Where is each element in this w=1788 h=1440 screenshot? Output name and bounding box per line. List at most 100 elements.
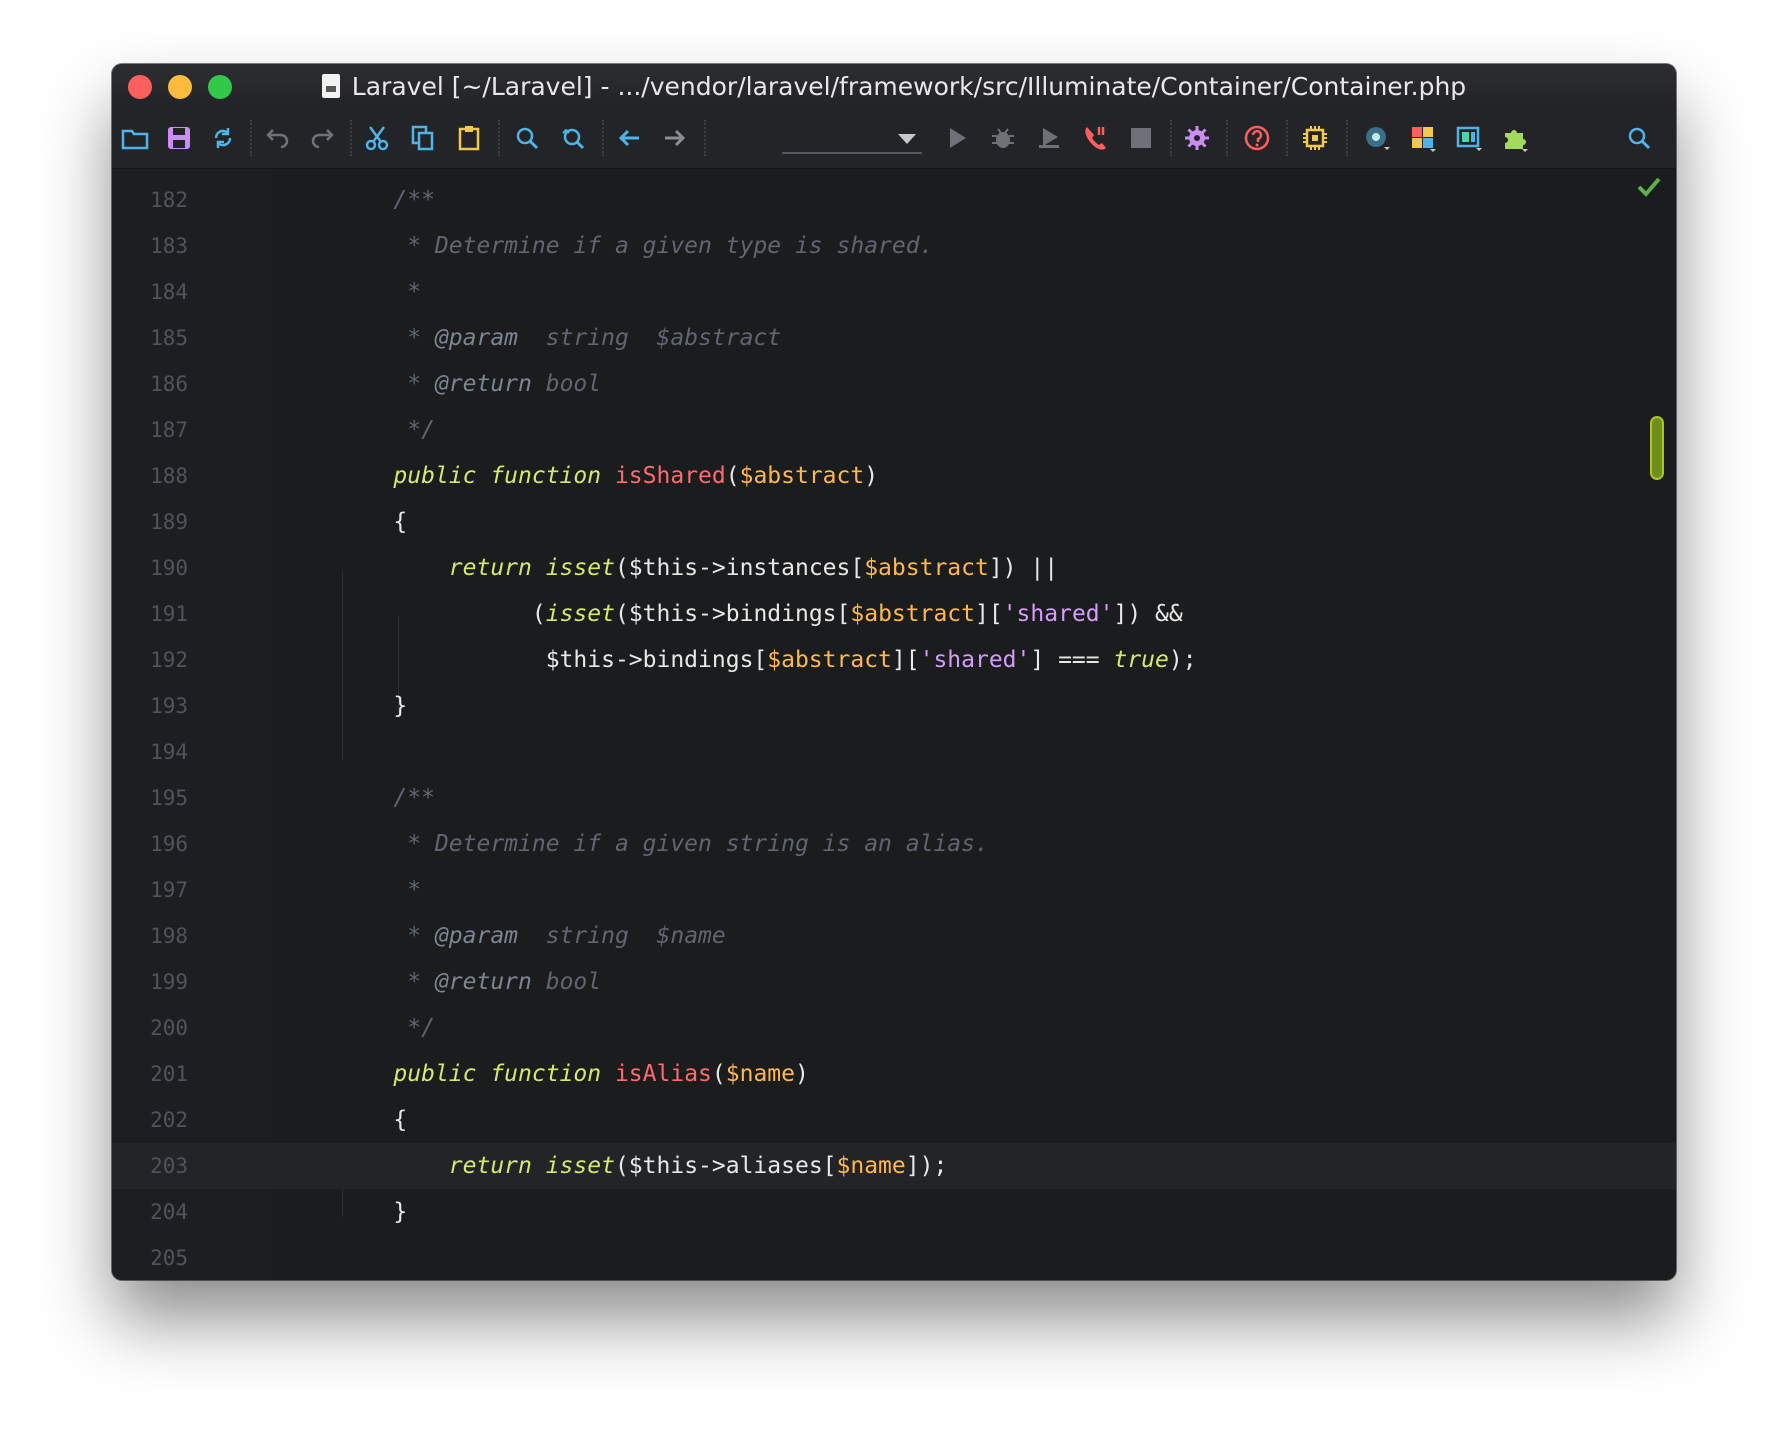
code-text: /**: [338, 775, 435, 821]
code-line[interactable]: 193 }: [112, 683, 1676, 729]
code-token: $this->bindings[: [338, 647, 768, 673]
code-token: $abstract: [864, 555, 989, 581]
code-token: $abstract: [739, 463, 865, 489]
code-text: {: [338, 499, 407, 545]
code-text: * Determine if a given type is shared.: [338, 223, 933, 269]
undo-icon[interactable]: [260, 121, 294, 155]
line-number: 182: [150, 188, 188, 212]
code-line[interactable]: 197 *: [112, 867, 1676, 913]
code-line[interactable]: 202 {: [112, 1097, 1676, 1143]
code-token: bool: [531, 969, 602, 995]
database-icon[interactable]: [1452, 121, 1486, 155]
run-configuration-select[interactable]: [782, 124, 922, 154]
code-line[interactable]: 192 $this->bindings[$abstract]['shared']…: [112, 637, 1676, 683]
code-text: (isset($this->bindings[$abstract]['share…: [338, 591, 1183, 637]
save-icon[interactable]: [162, 121, 196, 155]
settings-icon[interactable]: [1180, 121, 1214, 155]
code-text: }: [338, 683, 407, 729]
plugins-icon[interactable]: [1498, 121, 1532, 155]
code-line[interactable]: 195 /**: [112, 775, 1676, 821]
code-token: string $abstract: [518, 325, 782, 351]
forward-icon[interactable]: [658, 121, 692, 155]
code-text: * @return bool: [338, 959, 601, 1005]
stop-icon[interactable]: [1124, 121, 1158, 155]
title-bar: Laravel [~/Laravel] - .../vendor/laravel…: [112, 64, 1676, 108]
line-number: 194: [150, 740, 188, 764]
code-line[interactable]: 189 {: [112, 499, 1676, 545]
code-token: }: [338, 1199, 408, 1225]
find-icon[interactable]: [510, 121, 544, 155]
code-line[interactable]: 191 (isset($this->bindings[$abstract]['s…: [112, 591, 1676, 637]
paste-icon[interactable]: [452, 121, 486, 155]
code-token: ]) ||: [988, 555, 1059, 581]
code-text: /**: [338, 177, 435, 223]
line-number: 185: [150, 326, 188, 350]
window-title: Laravel [~/Laravel] - .../vendor/laravel…: [351, 71, 1467, 101]
code-line[interactable]: 186 * @return bool: [112, 361, 1676, 407]
code-line[interactable]: 184 *: [112, 269, 1676, 315]
code-line[interactable]: 188 public function isShared($abstract): [112, 453, 1676, 499]
line-number: 198: [150, 924, 188, 948]
code-editor[interactable]: 182 /** 183 * Determine if a given type i…: [112, 169, 1676, 1280]
code-line[interactable]: 204 }: [112, 1189, 1676, 1235]
code-line[interactable]: 190 return isset($this->instances[$abstr…: [112, 545, 1676, 591]
code-token: ): [795, 1061, 809, 1087]
scrollbar-thumb[interactable]: [1650, 416, 1664, 480]
structure-icon[interactable]: [1406, 121, 1440, 155]
code-token: */: [338, 1015, 435, 1041]
line-number: 197: [150, 878, 188, 902]
code-token: @return: [434, 969, 532, 995]
code-token: isShared: [614, 463, 726, 489]
line-number: 190: [150, 556, 188, 580]
line-number: 196: [150, 832, 188, 856]
cpu-icon[interactable]: [1298, 121, 1332, 155]
file-icon: [321, 74, 340, 98]
code-line[interactable]: 183 * Determine if a given type is share…: [112, 223, 1676, 269]
code-line[interactable]: 187 */: [112, 407, 1676, 453]
run-icon[interactable]: [940, 121, 974, 155]
replace-icon[interactable]: [556, 121, 590, 155]
code-token: ]);: [905, 1153, 948, 1179]
line-number: 201: [150, 1062, 188, 1086]
inspection-ok-icon[interactable]: [1636, 174, 1662, 200]
code-text: * Determine if a given string is an alia…: [338, 821, 989, 867]
help-icon[interactable]: [1240, 121, 1274, 155]
code-text: *: [338, 269, 421, 315]
open-folder-icon[interactable]: [118, 121, 152, 155]
code-line[interactable]: 199 * @return bool: [112, 959, 1676, 1005]
code-token: 'shared': [1002, 601, 1114, 627]
code-token: isset: [545, 601, 615, 627]
ide-window: Laravel [~/Laravel] - .../vendor/laravel…: [112, 64, 1676, 1280]
code-line[interactable]: 205: [112, 1235, 1676, 1280]
line-number: 189: [150, 510, 188, 534]
vcs-icon[interactable]: [1360, 121, 1394, 155]
code-text: }: [338, 1189, 407, 1235]
search-everywhere-icon[interactable]: [1622, 121, 1656, 155]
code-token: {: [338, 509, 408, 535]
code-line[interactable]: 196 * Determine if a given string is an …: [112, 821, 1676, 867]
code-token: *: [338, 923, 435, 949]
redo-icon[interactable]: [306, 121, 340, 155]
stop-listening-icon[interactable]: [1078, 121, 1112, 155]
debug-icon[interactable]: [986, 121, 1020, 155]
code-line[interactable]: 182 /**: [112, 177, 1676, 223]
code-line[interactable]: 201 public function isAlias($name): [112, 1051, 1676, 1097]
code-line[interactable]: 194: [112, 729, 1676, 775]
code-token: ($this->bindings[: [614, 601, 851, 627]
code-line[interactable]: 203 return isset($this->aliases[$name]);: [112, 1143, 1676, 1189]
code-token: $abstract: [850, 601, 975, 627]
code-line[interactable]: 198 * @param string $name: [112, 913, 1676, 959]
back-icon[interactable]: [612, 121, 646, 155]
code-text: */: [338, 1005, 435, 1051]
code-line[interactable]: 185 * @param string $abstract: [112, 315, 1676, 361]
copy-icon[interactable]: [406, 121, 440, 155]
run-coverage-icon[interactable]: [1032, 121, 1066, 155]
cut-icon[interactable]: [360, 121, 394, 155]
code-token: public function: [338, 1061, 615, 1087]
code-text: */: [338, 407, 435, 453]
line-number: 191: [150, 602, 188, 626]
sync-icon[interactable]: [206, 121, 240, 155]
code-token: );: [1168, 647, 1197, 673]
code-line[interactable]: 200 */: [112, 1005, 1676, 1051]
code-token: */: [338, 417, 435, 443]
